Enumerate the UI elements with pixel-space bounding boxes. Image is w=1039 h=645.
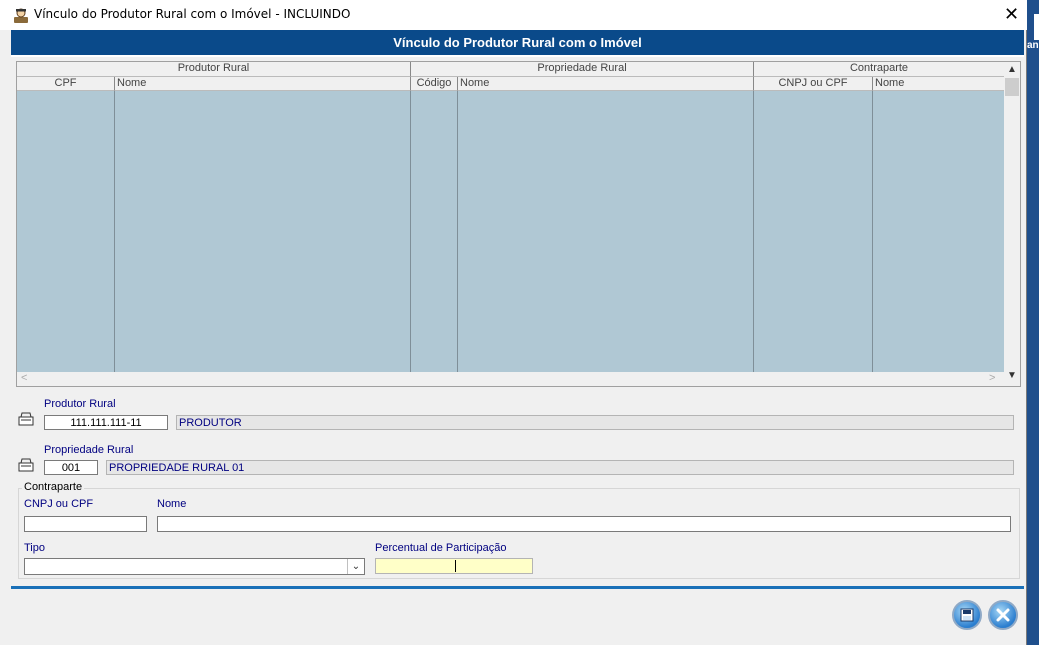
grid-col-divider xyxy=(458,91,754,372)
produtor-label: Produtor Rural xyxy=(44,398,116,410)
footer-divider xyxy=(11,586,1024,589)
grid-col-divider xyxy=(754,91,873,372)
nome-label: Nome xyxy=(157,498,187,510)
cancel-button[interactable] xyxy=(988,600,1018,630)
tipo-label: Tipo xyxy=(24,542,45,554)
scroll-down-icon[interactable]: ▼ xyxy=(1004,370,1020,384)
grid-column-produtor-nome[interactable]: Nome xyxy=(115,77,411,91)
produtor-cpf-field[interactable]: 111.111.111-11 xyxy=(44,415,168,430)
propriedade-codigo-field[interactable]: 001 xyxy=(44,460,98,475)
grid-col-divider xyxy=(17,91,115,372)
horizontal-scrollbar[interactable]: < > xyxy=(17,372,1004,386)
grid-column-cnpj[interactable]: CNPJ ou CPF xyxy=(754,77,873,91)
text-cursor xyxy=(455,560,456,572)
scroll-up-icon[interactable]: ▲ xyxy=(1004,64,1020,78)
cnpj-field[interactable] xyxy=(24,516,147,532)
user-icon xyxy=(14,8,28,23)
chevron-down-icon[interactable]: ⌄ xyxy=(347,559,364,574)
cancel-icon xyxy=(996,608,1010,622)
save-button[interactable] xyxy=(952,600,982,630)
page-title: Vínculo do Produtor Rural com o Imóvel xyxy=(11,30,1024,57)
scroll-thumb[interactable] xyxy=(1005,78,1019,96)
cnpj-label: CNPJ ou CPF xyxy=(24,498,94,510)
dialog-window: Vínculo do Produtor Rural com o Imóvel -… xyxy=(0,0,1027,645)
vertical-scrollbar[interactable]: ▲ ▼ xyxy=(1004,62,1020,386)
grid-column-contraparte-nome[interactable]: Nome xyxy=(873,77,1004,91)
grid-group-produtor: Produtor Rural xyxy=(17,62,411,77)
title-bar: Vínculo do Produtor Rural com o Imóvel -… xyxy=(0,0,1027,30)
produtor-nome-field: PRODUTOR xyxy=(176,415,1014,430)
lookup-icon[interactable] xyxy=(18,412,34,426)
grid-column-cpf[interactable]: CPF xyxy=(17,77,115,91)
scroll-right-icon[interactable]: > xyxy=(989,372,995,384)
window-title: Vínculo do Produtor Rural com o Imóvel -… xyxy=(34,7,351,21)
grid-col-divider xyxy=(411,91,458,372)
grid-column-propriedade-nome[interactable]: Nome xyxy=(458,77,754,91)
grid-group-propriedade: Propriedade Rural xyxy=(411,62,754,77)
lookup-icon[interactable] xyxy=(18,458,34,472)
data-grid[interactable]: Produtor Rural Propriedade Rural Contrap… xyxy=(16,61,1021,387)
grid-body[interactable] xyxy=(17,91,1004,372)
contraparte-group-label: Contraparte xyxy=(22,481,85,493)
scroll-left-icon[interactable]: < xyxy=(21,372,27,384)
background-app-strip: an xyxy=(1027,0,1039,645)
grid-col-divider xyxy=(115,91,411,372)
percentual-label: Percentual de Participação xyxy=(375,542,507,554)
percentual-field[interactable] xyxy=(375,558,533,574)
grid-group-contraparte: Contraparte xyxy=(754,62,1004,77)
close-icon[interactable]: ✕ xyxy=(996,0,1027,30)
tipo-select[interactable]: ⌄ xyxy=(24,558,365,575)
grid-column-codigo[interactable]: Código xyxy=(411,77,458,91)
background-app-text: an xyxy=(1027,40,1039,51)
propriedade-nome-field: PROPRIEDADE RURAL 01 xyxy=(106,460,1014,475)
propriedade-label: Propriedade Rural xyxy=(44,444,134,456)
nome-field[interactable] xyxy=(157,516,1011,532)
background-app-icon xyxy=(1034,14,1039,40)
save-icon xyxy=(960,608,974,622)
